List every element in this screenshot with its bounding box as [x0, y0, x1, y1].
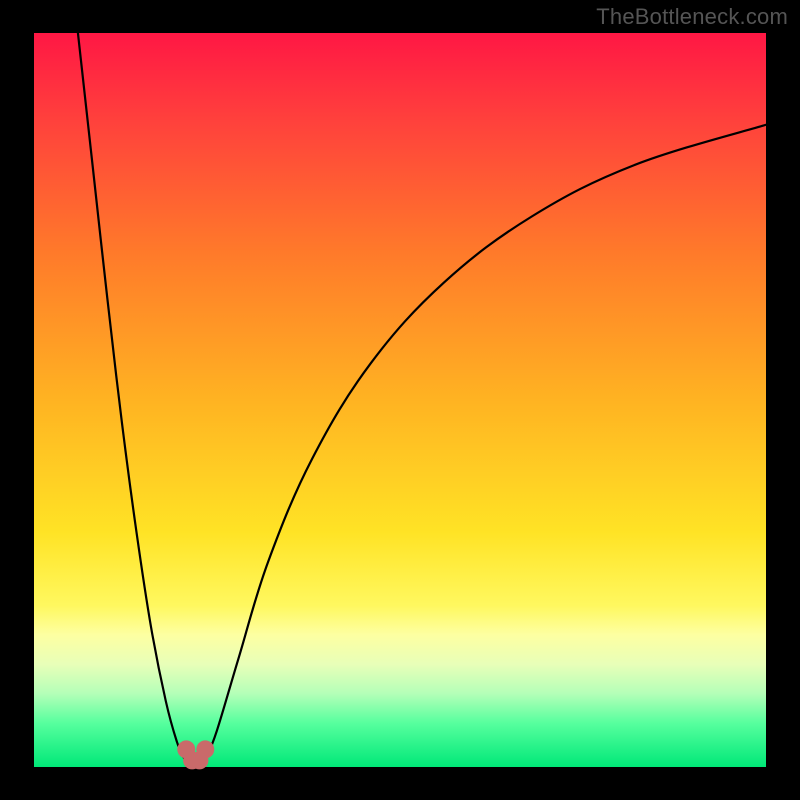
chart-frame: TheBottleneck.com: [0, 0, 800, 800]
plot-background: [34, 33, 766, 767]
watermark-label: TheBottleneck.com: [596, 4, 788, 30]
bottleneck-chart: [0, 0, 800, 800]
bottleneck-marker: [196, 740, 214, 758]
